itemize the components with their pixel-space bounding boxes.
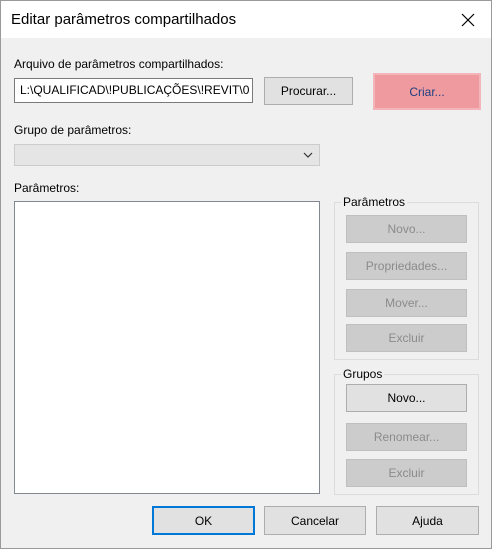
close-button[interactable] <box>445 1 491 38</box>
move-parameter-button[interactable]: Mover... <box>346 289 467 317</box>
shared-file-path-field[interactable]: L:\QUALIFICAD\!PUBLICAÇÕES\!REVIT\0 <box>14 78 253 103</box>
parameter-properties-button[interactable]: Propriedades... <box>346 252 467 280</box>
dialog-window: Editar parâmetros compartilhados Arquivo… <box>0 0 492 549</box>
parameter-group-select[interactable] <box>14 144 320 166</box>
new-parameter-button[interactable]: Novo... <box>346 215 467 243</box>
help-button[interactable]: Ajuda <box>376 506 479 535</box>
chevron-down-icon <box>303 152 313 158</box>
groups-groupbox-title: Grupos <box>341 367 385 381</box>
new-group-button[interactable]: Novo... <box>346 384 467 412</box>
rename-group-button[interactable]: Renomear... <box>346 423 467 451</box>
close-icon <box>461 13 475 26</box>
browse-button[interactable]: Procurar... <box>264 77 353 105</box>
shared-file-label: Arquivo de parâmetros compartilhados: <box>14 57 224 71</box>
parameters-listbox[interactable] <box>14 201 320 494</box>
parameters-list-label: Parâmetros: <box>14 181 80 195</box>
ok-button[interactable]: OK <box>152 506 255 535</box>
create-button[interactable]: Criar... <box>373 73 481 110</box>
delete-parameter-button[interactable]: Excluir <box>346 324 467 352</box>
cancel-button[interactable]: Cancelar <box>264 506 366 535</box>
delete-group-button[interactable]: Excluir <box>346 459 467 487</box>
title-bar: Editar parâmetros compartilhados <box>1 1 491 38</box>
window-title: Editar parâmetros compartilhados <box>11 11 237 28</box>
parameters-groupbox-title: Parâmetros <box>341 195 408 209</box>
parameter-group-label: Grupo de parâmetros: <box>14 123 132 137</box>
